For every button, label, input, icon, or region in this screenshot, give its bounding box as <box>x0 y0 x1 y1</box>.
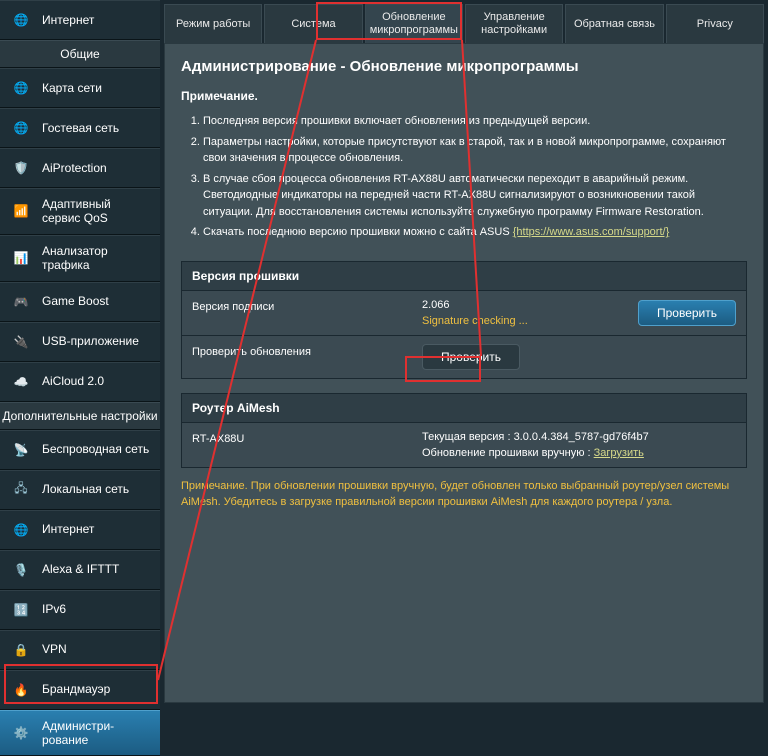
sidebar-item-label: Game Boost <box>42 294 109 308</box>
sidebar-item-label: Администри- рование <box>42 719 114 748</box>
sidebar-item-internet[interactable]: 🌐 Интернет <box>0 510 160 550</box>
sidebar-group-advanced: Дополнительные настройки <box>0 402 160 430</box>
sidebar-item-label: Интернет <box>42 13 94 27</box>
note-item: Скачать последнюю версию прошивки можно … <box>203 224 747 241</box>
page-title: Администрирование - Обновление микропрог… <box>181 58 747 75</box>
tab-restore-save[interactable]: Управление настройками <box>465 4 563 43</box>
support-link[interactable]: {https://www.asus.com/support/} <box>513 226 670 238</box>
notes-list: Последняя версия прошивки включает обнов… <box>203 113 747 241</box>
globe-icon: 🌐 <box>10 117 32 139</box>
aimesh-version-value: 3.0.0.4.384_5787-gd76f4b7 <box>514 431 649 443</box>
sidebar-item-network-map[interactable]: 🌐 Карта сети <box>0 68 160 108</box>
firmware-version-section: Версия прошивки <box>181 261 747 291</box>
tab-feedback[interactable]: Обратная связь <box>565 4 663 43</box>
sidebar-item-label: USB-приложение <box>42 334 139 348</box>
cloud-icon: ☁️ <box>10 371 32 393</box>
check-updates-label: Проверить обновления <box>182 336 412 378</box>
ipv6-icon: 🔢 <box>10 599 32 621</box>
gear-icon: ⚙️ <box>10 722 32 744</box>
vpn-icon: 🔒 <box>10 639 32 661</box>
aimesh-section: Роутер AiMesh <box>181 393 747 423</box>
sidebar-item-vpn[interactable]: 🔒 VPN <box>0 630 160 670</box>
sidebar-item-ipv6[interactable]: 🔢 IPv6 <box>0 590 160 630</box>
globe-icon: 🌐 <box>10 77 32 99</box>
sidebar-item-label: VPN <box>42 642 67 656</box>
signature-status: Signature checking ... <box>422 315 528 327</box>
globe-icon: 🌐 <box>10 519 32 541</box>
sidebar-item-label: Анализатор трафика <box>42 244 150 273</box>
sidebar-item-label: Локальная сеть <box>42 482 129 496</box>
note-item: Последняя версия прошивки включает обнов… <box>203 113 747 130</box>
sidebar-item-label: Гостевая сеть <box>42 121 119 135</box>
signature-version-value: 2.066 <box>422 299 528 311</box>
lan-icon: 🖧 <box>10 479 32 501</box>
sidebar-item-label: IPv6 <box>42 602 66 616</box>
aimesh-version-label: Текущая версия : <box>422 431 514 443</box>
sidebar-item-traffic-analyzer[interactable]: 📊 Анализатор трафика <box>0 235 160 282</box>
sidebar-item-game-boost[interactable]: 🎮 Game Boost <box>0 282 160 322</box>
aimesh-upload-link[interactable]: Загрузить <box>594 447 644 459</box>
sidebar-item-alexa-ifttt[interactable]: 🎙️ Alexa & IFTTT <box>0 550 160 590</box>
sidebar-item-label: Интернет <box>42 522 94 536</box>
sidebar-item-aiprotection[interactable]: 🛡️ AiProtection <box>0 148 160 188</box>
sidebar-item-usb-app[interactable]: 🔌 USB-приложение <box>0 322 160 362</box>
globe-icon: 🌐 <box>10 9 32 31</box>
tab-privacy[interactable]: Privacy <box>666 4 764 43</box>
sidebar-item-label: Беспроводная сеть <box>42 442 149 456</box>
usb-icon: 🔌 <box>10 331 32 353</box>
sidebar-item-label: Адаптивный сервис QoS <box>42 197 150 226</box>
aimesh-warning-note: Примечание. При обновлении прошивки вруч… <box>181 478 747 511</box>
sidebar-item-guest-network[interactable]: 🌐 Гостевая сеть <box>0 108 160 148</box>
sidebar-item-wireless[interactable]: 📡 Беспроводная сеть <box>0 430 160 470</box>
tab-firmware-upgrade[interactable]: Обновление микропрограммы <box>365 4 463 43</box>
sidebar-item-label: Карта сети <box>42 81 102 95</box>
note-item: Параметры настройки, которые присутствую… <box>203 134 747 167</box>
chart-icon: 📊 <box>10 247 32 269</box>
tab-bar: Режим работы Система Обновление микропро… <box>160 0 768 43</box>
sidebar-item-qos[interactable]: 📶 Адаптивный сервис QoS <box>0 188 160 235</box>
check-updates-button[interactable]: Проверить <box>422 344 520 370</box>
wifi-icon: 📡 <box>10 439 32 461</box>
tab-operation-mode[interactable]: Режим работы <box>164 4 262 43</box>
signature-version-label: Версия подписи <box>182 291 412 335</box>
tab-system[interactable]: Система <box>264 4 362 43</box>
sidebar-item-administration[interactable]: ⚙️ Администри- рование <box>0 710 160 756</box>
fire-icon: 🔥 <box>10 679 32 701</box>
sidebar-item-aicloud[interactable]: ☁️ AiCloud 2.0 <box>0 362 160 402</box>
gamepad-icon: 🎮 <box>10 291 32 313</box>
sidebar-item-label: AiProtection <box>42 161 107 175</box>
aimesh-manual-label: Обновление прошивки вручную : <box>422 447 594 459</box>
sidebar-item-label: Брандмауэр <box>42 682 110 696</box>
sidebar-item-label: Alexa & IFTTT <box>42 562 119 576</box>
voice-icon: 🎙️ <box>10 559 32 581</box>
note-label: Примечание. <box>181 89 747 103</box>
sidebar-item-firewall[interactable]: 🔥 Брандмауэр <box>0 670 160 710</box>
sidebar-item-label: AiCloud 2.0 <box>42 374 104 388</box>
aimesh-model: RT-AX88U <box>182 423 412 467</box>
sidebar-item-internet-top[interactable]: 🌐 Интернет <box>0 0 160 40</box>
check-signature-button[interactable]: Проверить <box>638 300 736 326</box>
gauge-icon: 📶 <box>10 200 32 222</box>
sidebar-group-general: Общие <box>0 40 160 68</box>
shield-icon: 🛡️ <box>10 157 32 179</box>
sidebar-item-lan[interactable]: 🖧 Локальная сеть <box>0 470 160 510</box>
note-item: В случае сбоя процесса обновления RT-AX8… <box>203 171 747 221</box>
